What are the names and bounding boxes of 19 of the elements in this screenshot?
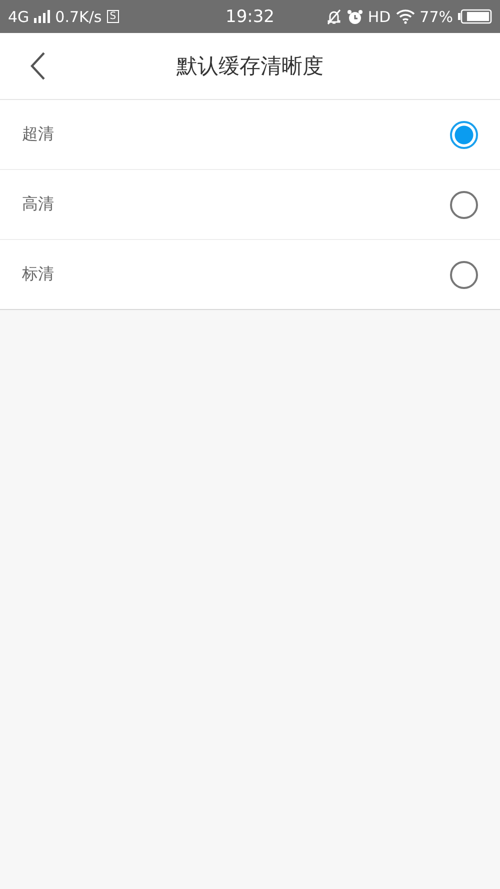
- alarm-icon: [346, 8, 363, 24]
- signal-icon: [34, 10, 50, 23]
- app-notification-icon: S: [106, 10, 120, 23]
- radio-button[interactable]: [450, 260, 478, 288]
- network-type: 4G: [8, 8, 30, 26]
- clock: 19:32: [226, 6, 274, 26]
- wifi-icon: [396, 9, 415, 24]
- radio-button[interactable]: [450, 190, 478, 218]
- network-speed: 0.7K/s: [55, 8, 102, 26]
- radio-button[interactable]: [450, 120, 478, 148]
- battery-percent: 77%: [420, 8, 453, 26]
- option-label: 标清: [22, 264, 54, 285]
- bell-off-icon: [326, 8, 342, 24]
- option-label: 超清: [22, 124, 54, 145]
- battery-icon: [458, 9, 492, 24]
- back-button[interactable]: [28, 51, 48, 81]
- option-label: 高清: [22, 194, 54, 215]
- page-title: 默认缓存清晰度: [176, 54, 324, 78]
- hd-indicator: HD: [368, 8, 391, 26]
